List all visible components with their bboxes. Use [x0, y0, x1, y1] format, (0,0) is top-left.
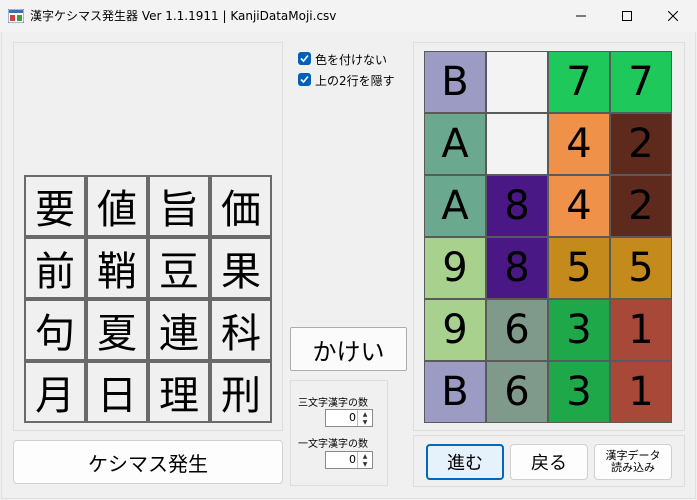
maximize-button[interactable] [604, 0, 650, 32]
kanji-cell: 連 [148, 299, 210, 361]
answer-cell: 3 [548, 299, 610, 361]
kanji-cell: 前 [24, 237, 86, 299]
answer-cell: 4 [548, 175, 610, 237]
answer-cell: 8 [486, 175, 548, 237]
window-title: 漢字ケシマス発生器 Ver 1.1.1911 | KanjiDataMoji.c… [30, 9, 337, 23]
no-color-label[interactable]: 色を付けない [315, 51, 387, 68]
checkmark-icon [300, 75, 309, 84]
no-color-checkbox[interactable] [298, 52, 311, 65]
close-button[interactable] [650, 0, 696, 32]
answer-cell: 8 [486, 237, 548, 299]
kanji-cell: 果 [210, 237, 272, 299]
answer-cell: 4 [548, 113, 610, 175]
stepper-down-icon[interactable]: ▼ [358, 418, 372, 426]
kanji-cell: 夏 [86, 299, 148, 361]
kanji-cell: 旨 [148, 175, 210, 237]
one-char-count-stepper[interactable]: 0 ▲ ▼ [325, 451, 373, 469]
generate-button[interactable]: ケシマス発生 [13, 440, 283, 484]
minimize-button[interactable] [558, 0, 604, 32]
back-button[interactable]: 戻る [510, 444, 588, 480]
title-bar: 漢字ケシマス発生器 Ver 1.1.1911 | KanjiDataMoji.c… [0, 0, 697, 32]
answer-cell: 9 [424, 299, 486, 361]
kanji-cell: 月 [24, 361, 86, 423]
kanji-grid: 要値旨価前鞘豆果句夏連科月日理刑 [24, 175, 272, 423]
answer-cell: 1 [610, 361, 672, 423]
three-char-count-value[interactable]: 0 [326, 411, 356, 424]
answer-cell: 1 [610, 299, 672, 361]
minimize-icon [576, 15, 586, 17]
hide-top-rows-label[interactable]: 上の2行を隠す [315, 72, 395, 89]
kanji-cell: 鞘 [86, 237, 148, 299]
checkmark-icon [300, 54, 309, 63]
one-char-count-label: 一文字漢字の数 [298, 439, 368, 450]
load-button-line2: 読み込み [611, 461, 655, 474]
stepper-buttons: ▲ ▼ [357, 452, 372, 468]
stepper-down-icon[interactable]: ▼ [358, 460, 372, 468]
kanji-cell: 要 [24, 175, 86, 237]
app-icon [8, 9, 24, 23]
kanji-cell: 日 [86, 361, 148, 423]
answer-cell: 3 [548, 361, 610, 423]
answer-cell: 7 [610, 51, 672, 113]
answer-cell: 7 [548, 51, 610, 113]
answer-cell: B [424, 361, 486, 423]
answer-cell: 6 [486, 299, 548, 361]
kanji-cell: 値 [86, 175, 148, 237]
answer-cell: B [424, 51, 486, 113]
one-char-count-value[interactable]: 0 [326, 453, 356, 466]
stepper-up-icon[interactable]: ▲ [358, 452, 372, 460]
stepper-buttons: ▲ ▼ [357, 410, 372, 426]
kakei-button[interactable]: かけい [290, 327, 407, 371]
kanji-cell: 豆 [148, 237, 210, 299]
hide-top-rows-checkbox[interactable] [298, 73, 311, 86]
answer-cell: 6 [486, 361, 548, 423]
load-kanji-data-button[interactable]: 漢字データ 読み込み [594, 444, 672, 480]
answer-cell: A [424, 113, 486, 175]
kanji-cell: 科 [210, 299, 272, 361]
maximize-icon [622, 11, 632, 21]
next-button[interactable]: 進む [426, 444, 504, 480]
close-icon [668, 11, 678, 21]
answer-cell: 9 [424, 237, 486, 299]
answer-cell [486, 51, 548, 113]
answer-grid: B77A42A84298559631B631 [424, 51, 672, 423]
stepper-up-icon[interactable]: ▲ [358, 410, 372, 418]
kanji-cell: 刑 [210, 361, 272, 423]
answer-cell: 2 [610, 113, 672, 175]
kanji-cell: 価 [210, 175, 272, 237]
three-char-count-stepper[interactable]: 0 ▲ ▼ [325, 409, 373, 427]
kanji-cell: 句 [24, 299, 86, 361]
answer-cell: A [424, 175, 486, 237]
answer-cell: 2 [610, 175, 672, 237]
kanji-cell: 理 [148, 361, 210, 423]
three-char-count-label: 三文字漢字の数 [298, 398, 368, 409]
answer-cell [486, 113, 548, 175]
answer-cell: 5 [548, 237, 610, 299]
answer-cell: 5 [610, 237, 672, 299]
